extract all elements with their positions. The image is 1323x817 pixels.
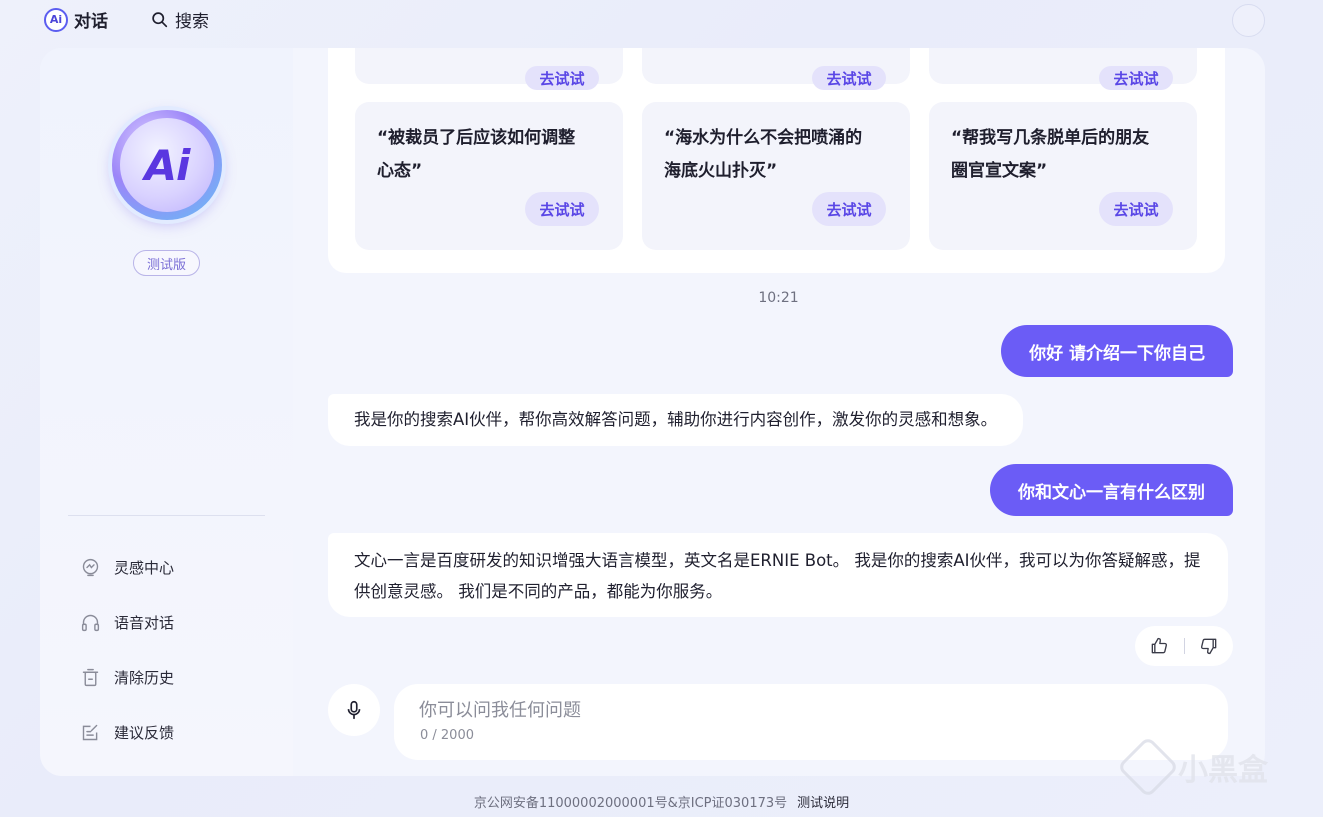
- feedback-separator: [1183, 638, 1185, 654]
- sidebar-divider: [68, 515, 265, 516]
- top-bar: Ai 对话 搜索: [0, 0, 1323, 40]
- prompt-card[interactable]: 去试试: [642, 48, 910, 90]
- prompt-card[interactable]: 去试试: [929, 48, 1197, 90]
- prompt-card[interactable]: “被裁员了后应该如何调整心态” 去试试: [355, 102, 623, 250]
- trash-icon: [82, 668, 99, 687]
- try-button[interactable]: 去试试: [812, 66, 886, 90]
- test-notes-link[interactable]: 测试说明: [797, 796, 849, 811]
- prompt-suggestion-panel: 去试试 去试试 去试试 “被裁员了后应该如何调整心态” 去试试 “海水为什么不会…: [328, 48, 1225, 273]
- watermark: 小黑盒: [1116, 735, 1268, 799]
- ai-logo-text: Ai: [120, 118, 214, 212]
- prompt-text: “被裁员了后应该如何调整心态”: [377, 128, 576, 181]
- search-icon: [152, 12, 168, 28]
- nav-search-label: 搜索: [175, 12, 209, 32]
- chat-timestamp: 10:21: [758, 290, 799, 306]
- sidebar-item-feedback[interactable]: 建议反馈: [80, 705, 270, 760]
- app-shell: Ai 测试版 灵感中心 语音对话 清除历史 建议反馈 去试试 去试试 去试试 “…: [40, 48, 1265, 776]
- user-avatar[interactable]: [1232, 4, 1265, 37]
- headphones-icon: [81, 614, 100, 632]
- sidebar-item-voice[interactable]: 语音对话: [80, 595, 270, 650]
- nav-chat-label: 对话: [74, 12, 108, 32]
- prompt-card[interactable]: “帮我写几条脱单后的朋友圈官宣文案” 去试试: [929, 102, 1197, 250]
- sidebar: Ai 测试版 灵感中心 语音对话 清除历史 建议反馈: [40, 48, 293, 776]
- prompt-card[interactable]: 去试试: [355, 48, 623, 90]
- try-button[interactable]: 去试试: [525, 66, 599, 90]
- nav-chat-tab[interactable]: Ai 对话: [44, 7, 108, 32]
- try-button[interactable]: 去试试: [525, 192, 599, 226]
- try-button[interactable]: 去试试: [1099, 66, 1173, 90]
- lightbulb-icon: [82, 558, 99, 577]
- prompt-text: “帮我写几条脱单后的朋友圈官宣文案”: [951, 128, 1150, 181]
- character-count: 0 / 2000: [420, 728, 474, 743]
- watermark-logo-icon: [1116, 735, 1180, 799]
- icp-license-text: 京公网安备11000002000001号&京ICP证030173号: [473, 796, 788, 811]
- chat-area: 去试试 去试试 去试试 “被裁员了后应该如何调整心态” 去试试 “海水为什么不会…: [328, 48, 1233, 776]
- sidebar-menu: 灵感中心 语音对话 清除历史 建议反馈: [80, 540, 270, 760]
- nav-search-tab[interactable]: 搜索: [151, 7, 209, 32]
- beta-badge: 测试版: [133, 250, 200, 276]
- bot-message: 我是你的搜索AI伙伴，帮你高效解答问题，辅助你进行内容创作，激发你的灵感和想象。: [328, 394, 1024, 446]
- prompt-text: “海水为什么不会把喷涌的海底火山扑灭”: [664, 128, 863, 181]
- ai-logo-icon: Ai: [44, 7, 68, 32]
- user-message: 你好 请介绍一下你自己: [1001, 325, 1233, 377]
- sidebar-item-label: 清除历史: [114, 669, 175, 687]
- prompt-card[interactable]: “海水为什么不会把喷涌的海底火山扑灭” 去试试: [642, 102, 910, 250]
- user-message: 你和文心一言有什么区别: [990, 464, 1233, 516]
- feedback-icon: [82, 724, 98, 741]
- try-button[interactable]: 去试试: [812, 192, 886, 226]
- sidebar-item-label: 灵感中心: [114, 559, 175, 577]
- microphone-icon: [347, 700, 361, 720]
- sidebar-item-clear-history[interactable]: 清除历史: [80, 650, 270, 705]
- chat-input-box: 0 / 2000: [394, 684, 1228, 760]
- bot-message: 文心一言是百度研发的知识增强大语言模型，英文名是ERNIE Bot。 我是你的搜…: [328, 533, 1228, 617]
- message-feedback: [1135, 626, 1233, 666]
- thumbs-up-icon[interactable]: [1149, 636, 1169, 656]
- voice-input-button[interactable]: [328, 684, 380, 736]
- chat-input[interactable]: [419, 696, 1199, 724]
- try-button[interactable]: 去试试: [1099, 192, 1173, 226]
- thumbs-down-icon[interactable]: [1199, 636, 1219, 656]
- ai-assistant-logo: Ai: [112, 110, 222, 220]
- footer: 京公网安备11000002000001号&京ICP证030173号 测试说明: [0, 792, 1323, 811]
- sidebar-item-label: 语音对话: [114, 614, 175, 632]
- sidebar-item-inspiration[interactable]: 灵感中心: [80, 540, 270, 595]
- watermark-text: 小黑盒: [1178, 753, 1268, 788]
- sidebar-item-label: 建议反馈: [114, 724, 175, 742]
